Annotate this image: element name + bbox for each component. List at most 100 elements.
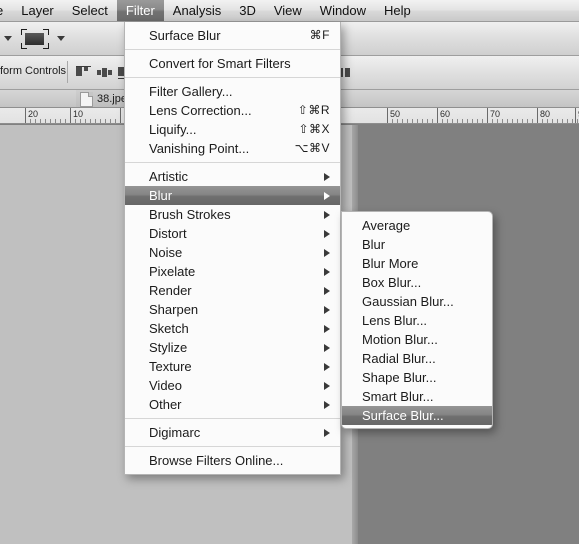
- ruler-label: 60: [440, 109, 451, 119]
- menu-item-sketch[interactable]: Sketch: [125, 319, 340, 338]
- blur-submenu: Average Blur Blur More Box Blur... Gaussian …: [341, 211, 493, 429]
- menu-item-label: Motion Blur...: [362, 332, 438, 347]
- submenu-arrow-icon: [324, 305, 330, 314]
- submenu-item-blur[interactable]: Blur: [342, 235, 492, 254]
- ruler-minor-tick: [90, 119, 91, 123]
- menu-item-browse-filters-online[interactable]: Browse Filters Online...: [125, 451, 340, 470]
- tool-preset-chevron-down-icon[interactable]: [4, 36, 12, 41]
- menu-item-brush-strokes[interactable]: Brush Strokes: [125, 205, 340, 224]
- menu-item-surface-blur-repeat[interactable]: Surface Blur ⌘F: [125, 26, 340, 45]
- menubar-item-analysis[interactable]: Analysis: [164, 0, 230, 21]
- ruler-minor-tick: [502, 119, 503, 123]
- ruler-label: 70: [490, 109, 501, 119]
- ruler-minor-tick: [60, 119, 61, 123]
- menu-item-label: Pixelate: [149, 264, 196, 279]
- menu-item-digimarc[interactable]: Digimarc: [125, 423, 340, 442]
- menu-item-label: Smart Blur...: [362, 389, 434, 404]
- menu-item-label: Surface Blur: [149, 28, 221, 43]
- menubar-item-3d[interactable]: 3D: [230, 0, 265, 21]
- menu-item-label: Sketch: [149, 321, 189, 336]
- ruler-minor-tick: [572, 119, 573, 123]
- menu-item-label: Browse Filters Online...: [149, 453, 284, 468]
- menubar-item-label: Select: [71, 3, 108, 18]
- submenu-item-motion-blur[interactable]: Motion Blur...: [342, 330, 492, 349]
- menu-item-texture[interactable]: Texture: [125, 357, 340, 376]
- preset-picker-chevron-down-icon[interactable]: [57, 36, 65, 41]
- ruler-minor-tick: [507, 119, 508, 123]
- submenu-item-radial-blur[interactable]: Radial Blur...: [342, 349, 492, 368]
- menu-item-artistic[interactable]: Artistic: [125, 167, 340, 186]
- submenu-item-gaussian-blur[interactable]: Gaussian Blur...: [342, 292, 492, 311]
- menu-item-label: Blur: [362, 237, 386, 252]
- ruler-major-tick: [70, 108, 71, 123]
- menubar-item-layer[interactable]: Layer: [12, 0, 63, 21]
- ruler-minor-tick: [35, 119, 36, 123]
- menu-item-stylize[interactable]: Stylize: [125, 338, 340, 357]
- ruler-minor-tick: [452, 119, 453, 123]
- menu-item-label: Average: [362, 218, 411, 233]
- submenu-arrow-icon: [324, 229, 330, 238]
- menu-item-noise[interactable]: Noise: [125, 243, 340, 262]
- ruler-minor-tick: [492, 119, 493, 123]
- ruler-minor-tick: [407, 119, 408, 123]
- move-tool-preset-icon[interactable]: [20, 29, 50, 49]
- ruler-minor-tick: [447, 119, 448, 123]
- menu-item-shortcut: ⌥⌘V: [294, 141, 330, 155]
- menubar-item-view[interactable]: View: [265, 0, 311, 21]
- menu-item-label: Surface Blur...: [362, 408, 444, 423]
- align-left-edges-icon[interactable]: [76, 66, 91, 79]
- ruler-minor-tick: [55, 119, 56, 123]
- submenu-arrow-icon: [324, 210, 330, 219]
- submenu-item-lens-blur[interactable]: Lens Blur...: [342, 311, 492, 330]
- ruler-minor-tick: [105, 119, 106, 123]
- submenu-item-surface-blur[interactable]: Surface Blur...: [342, 406, 492, 425]
- ruler-minor-tick: [50, 119, 51, 123]
- submenu-item-box-blur[interactable]: Box Blur...: [342, 273, 492, 292]
- menu-item-lens-correction[interactable]: Lens Correction... ⇧⌘R: [125, 101, 340, 120]
- ruler-minor-tick: [397, 119, 398, 123]
- ruler-minor-tick: [110, 119, 111, 123]
- submenu-item-blur-more[interactable]: Blur More: [342, 254, 492, 273]
- submenu-item-average[interactable]: Average: [342, 216, 492, 235]
- menu-item-video[interactable]: Video: [125, 376, 340, 395]
- menu-item-distort[interactable]: Distort: [125, 224, 340, 243]
- ruler-minor-tick: [472, 119, 473, 123]
- menu-item-label: Radial Blur...: [362, 351, 436, 366]
- menu-separator: [125, 77, 340, 78]
- menu-item-label: Noise: [149, 245, 183, 260]
- ruler-minor-tick: [95, 119, 96, 123]
- menu-item-vanishing-point[interactable]: Vanishing Point... ⌥⌘V: [125, 139, 340, 158]
- menu-separator: [125, 446, 340, 447]
- ruler-minor-tick: [482, 119, 483, 123]
- menu-item-pixelate[interactable]: Pixelate: [125, 262, 340, 281]
- menu-item-shortcut: ⇧⌘R: [297, 103, 330, 117]
- ruler-minor-tick: [552, 119, 553, 123]
- menu-item-sharpen[interactable]: Sharpen: [125, 300, 340, 319]
- menubar-item-help[interactable]: Help: [375, 0, 420, 21]
- menubar-item-select[interactable]: Select: [63, 0, 117, 21]
- submenu-arrow-icon: [324, 428, 330, 437]
- ruler-minor-tick: [402, 119, 403, 123]
- menubar-item-window[interactable]: Window: [311, 0, 375, 21]
- menu-item-convert-for-smart-filters[interactable]: Convert for Smart Filters: [125, 54, 340, 73]
- menu-item-render[interactable]: Render: [125, 281, 340, 300]
- menu-item-filter-gallery[interactable]: Filter Gallery...: [125, 82, 340, 101]
- submenu-item-smart-blur[interactable]: Smart Blur...: [342, 387, 492, 406]
- menu-item-label: Other: [149, 397, 182, 412]
- align-horizontal-centers-icon[interactable]: [97, 66, 112, 79]
- ruler-minor-tick: [542, 119, 543, 123]
- menu-item-label: Video: [149, 378, 183, 393]
- ruler-minor-tick: [562, 119, 563, 123]
- menubar-item-image[interactable]: e: [0, 0, 12, 21]
- menubar-item-label: View: [273, 3, 302, 18]
- ruler-minor-tick: [85, 119, 86, 123]
- menu-item-label: Vanishing Point...: [149, 141, 250, 156]
- menu-item-label: Box Blur...: [362, 275, 422, 290]
- menubar-item-filter[interactable]: Filter: [116, 0, 164, 21]
- menu-item-shortcut: ⇧⌘X: [298, 122, 330, 136]
- menu-item-blur[interactable]: Blur: [125, 186, 340, 205]
- menu-item-other[interactable]: Other: [125, 395, 340, 414]
- ruler-major-tick: [537, 108, 538, 123]
- menu-item-liquify[interactable]: Liquify... ⇧⌘X: [125, 120, 340, 139]
- submenu-item-shape-blur[interactable]: Shape Blur...: [342, 368, 492, 387]
